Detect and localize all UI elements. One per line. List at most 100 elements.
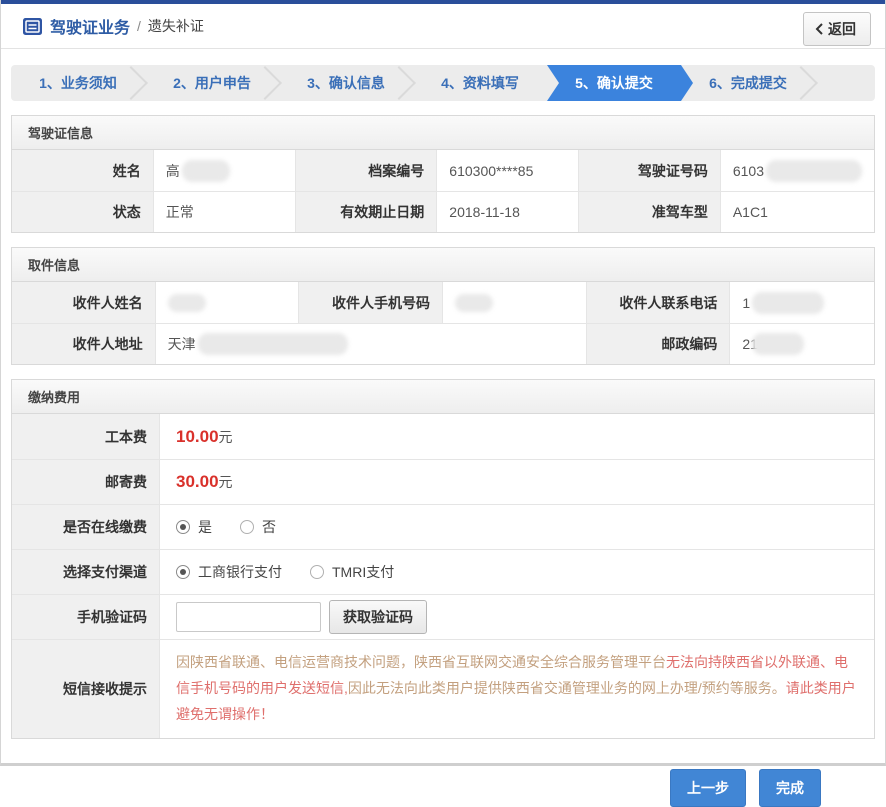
name-value: 高: [154, 150, 296, 191]
radio-option-yes[interactable]: 是: [176, 517, 212, 537]
payment-section-title: 缴纳费用: [12, 380, 874, 414]
radio-no-icon[interactable]: [240, 520, 254, 534]
radio-yes-icon[interactable]: [176, 520, 190, 534]
breadcrumb-current: 遗失补证: [148, 16, 204, 36]
form-icon: [23, 18, 42, 35]
footer-actions: 上一步 完成: [1, 769, 821, 807]
payment-channel-label: 选择支付渠道: [12, 549, 160, 594]
step-label: 5、确认提交: [575, 73, 653, 93]
notice-segment: 因陕西省联通、电信运营商技术问题，陕西省互联网交通安全综合服务管理平台: [176, 654, 666, 670]
online-payment-label: 是否在线缴费: [12, 504, 160, 549]
expiry-date-label: 有效期止日期: [296, 191, 438, 232]
license-number-label: 驾驶证号码: [579, 150, 721, 191]
chevron-separator-icon: [784, 66, 818, 100]
chevron-separator-icon: [248, 66, 282, 100]
recipient-phone-label: 收件人联系电话: [587, 282, 731, 323]
chevron-separator-icon: [382, 66, 416, 100]
license-number-text: 6103: [733, 163, 764, 179]
redaction-blur: [182, 160, 230, 182]
page-title: 驾驶证业务: [50, 14, 130, 38]
page-header: 驾驶证业务 / 遗失补证 返回: [1, 4, 885, 49]
redaction-blur: [766, 160, 862, 182]
name-label: 姓名: [12, 150, 154, 191]
postage-fee-value: 30.00元: [160, 459, 874, 504]
get-sms-code-button[interactable]: 获取验证码: [329, 600, 427, 634]
recipient-name-label: 收件人姓名: [12, 282, 156, 323]
license-number-value: 6103: [721, 150, 874, 191]
step-label: 4、资料填写: [441, 73, 519, 93]
radio-option-no[interactable]: 否: [240, 517, 276, 537]
radio-icbc-label: 工商银行支付: [198, 562, 282, 582]
step-label: 6、完成提交: [709, 73, 787, 93]
recipient-mobile-label: 收件人手机号码: [299, 282, 443, 323]
fee-unit: 元: [219, 427, 233, 447]
back-button[interactable]: 返回: [803, 12, 871, 46]
step-5-confirm-submit-active: 5、确认提交: [547, 65, 681, 101]
step-wizard: 1、业务须知 2、用户申告 3、确认信息 4、资料填写 5、确认提交 6、完成提…: [11, 65, 875, 101]
sms-code-input[interactable]: [176, 602, 321, 632]
redaction-blur: [198, 333, 348, 355]
recipient-phone-value: 1: [730, 282, 874, 323]
redaction-blur: [752, 333, 804, 355]
postal-code-value: 21: [730, 323, 874, 364]
radio-tmri-label: TMRI支付: [332, 562, 394, 582]
recipient-address-text: 天津: [168, 334, 196, 354]
step-4-fill-data: 4、资料填写: [413, 65, 547, 101]
recipient-phone-text: 1: [742, 295, 750, 311]
postage-fee-label: 邮寄费: [12, 459, 160, 504]
breadcrumb-divider: /: [137, 18, 141, 34]
payment-table: 工本费 10.00元 邮寄费 30.00元 是否在线缴费 是 否 选择支付渠道: [12, 414, 874, 738]
radio-option-icbc[interactable]: 工商银行支付: [176, 562, 282, 582]
sms-code-label: 手机验证码: [12, 594, 160, 639]
name-text: 高: [166, 161, 180, 181]
previous-step-button[interactable]: 上一步: [670, 769, 746, 807]
expiry-date-value: 2018-11-18: [437, 191, 579, 232]
back-button-label: 返回: [828, 19, 856, 39]
license-info-section: 驾驶证信息 姓名 高 档案编号 610300****85 驾驶证号码 6103 …: [11, 115, 875, 233]
pickup-info-section: 取件信息 收件人姓名 收件人手机号码 收件人联系电话 1 收件人地址 天津 邮政…: [11, 247, 875, 365]
step-1-notice: 1、业务须知: [11, 65, 145, 101]
payment-channel-options: 工商银行支付 TMRI支付: [160, 549, 874, 594]
sms-code-row: 获取验证码: [160, 594, 874, 639]
vehicle-class-text: A1C1: [733, 204, 768, 220]
recipient-mobile-value: [443, 282, 587, 323]
status-label: 状态: [12, 191, 154, 232]
redaction-blur: [752, 292, 824, 314]
radio-yes-label: 是: [198, 517, 212, 537]
radio-option-tmri[interactable]: TMRI支付: [310, 562, 394, 582]
expiry-date-text: 2018-11-18: [449, 204, 520, 220]
production-fee-label: 工本费: [12, 414, 160, 459]
chevron-left-icon: [815, 23, 823, 35]
step-label: 1、业务须知: [39, 73, 117, 93]
radio-tmri-icon[interactable]: [310, 565, 324, 579]
production-fee-value: 10.00元: [160, 414, 874, 459]
page: 驾驶证业务 / 遗失补证 返回 1、业务须知 2、用户申告 3、确认信息 4、资…: [0, 0, 886, 766]
file-number-value: 610300****85: [437, 150, 579, 191]
online-payment-options: 是 否: [160, 504, 874, 549]
step-3-confirm-info: 3、确认信息: [279, 65, 413, 101]
radio-icbc-icon[interactable]: [176, 565, 190, 579]
status-text: 正常: [166, 202, 194, 222]
notice-segment: 因此无法向此类用户提供陕西省交通管理业务的网上办理/预约等服务。: [348, 680, 786, 696]
pickup-section-title: 取件信息: [12, 248, 874, 282]
finish-button[interactable]: 完成: [759, 769, 821, 807]
vehicle-class-value: A1C1: [721, 191, 874, 232]
pickup-table: 收件人姓名 收件人手机号码 收件人联系电话 1 收件人地址 天津 邮政编码 21: [12, 282, 874, 364]
file-number-text: 610300****85: [449, 163, 533, 179]
step-6-complete: 6、完成提交: [681, 65, 815, 101]
step-label: 3、确认信息: [307, 73, 385, 93]
chevron-separator-icon: [114, 66, 148, 100]
sms-notice-text: 因陕西省联通、电信运营商技术问题，陕西省互联网交通安全综合服务管理平台无法向持陕…: [160, 639, 874, 738]
postage-fee-amount: 30.00: [176, 472, 219, 492]
radio-no-label: 否: [262, 517, 276, 537]
production-fee-amount: 10.00: [176, 427, 219, 447]
recipient-address-value: 天津: [156, 323, 587, 364]
file-number-label: 档案编号: [296, 150, 438, 191]
license-section-title: 驾驶证信息: [12, 116, 874, 150]
redaction-blur: [168, 294, 206, 312]
vehicle-class-label: 准驾车型: [579, 191, 721, 232]
redaction-blur: [455, 294, 493, 312]
license-table: 姓名 高 档案编号 610300****85 驾驶证号码 6103 状态 正常 …: [12, 150, 874, 232]
payment-section: 缴纳费用 工本费 10.00元 邮寄费 30.00元 是否在线缴费 是 否: [11, 379, 875, 739]
postal-code-label: 邮政编码: [587, 323, 731, 364]
